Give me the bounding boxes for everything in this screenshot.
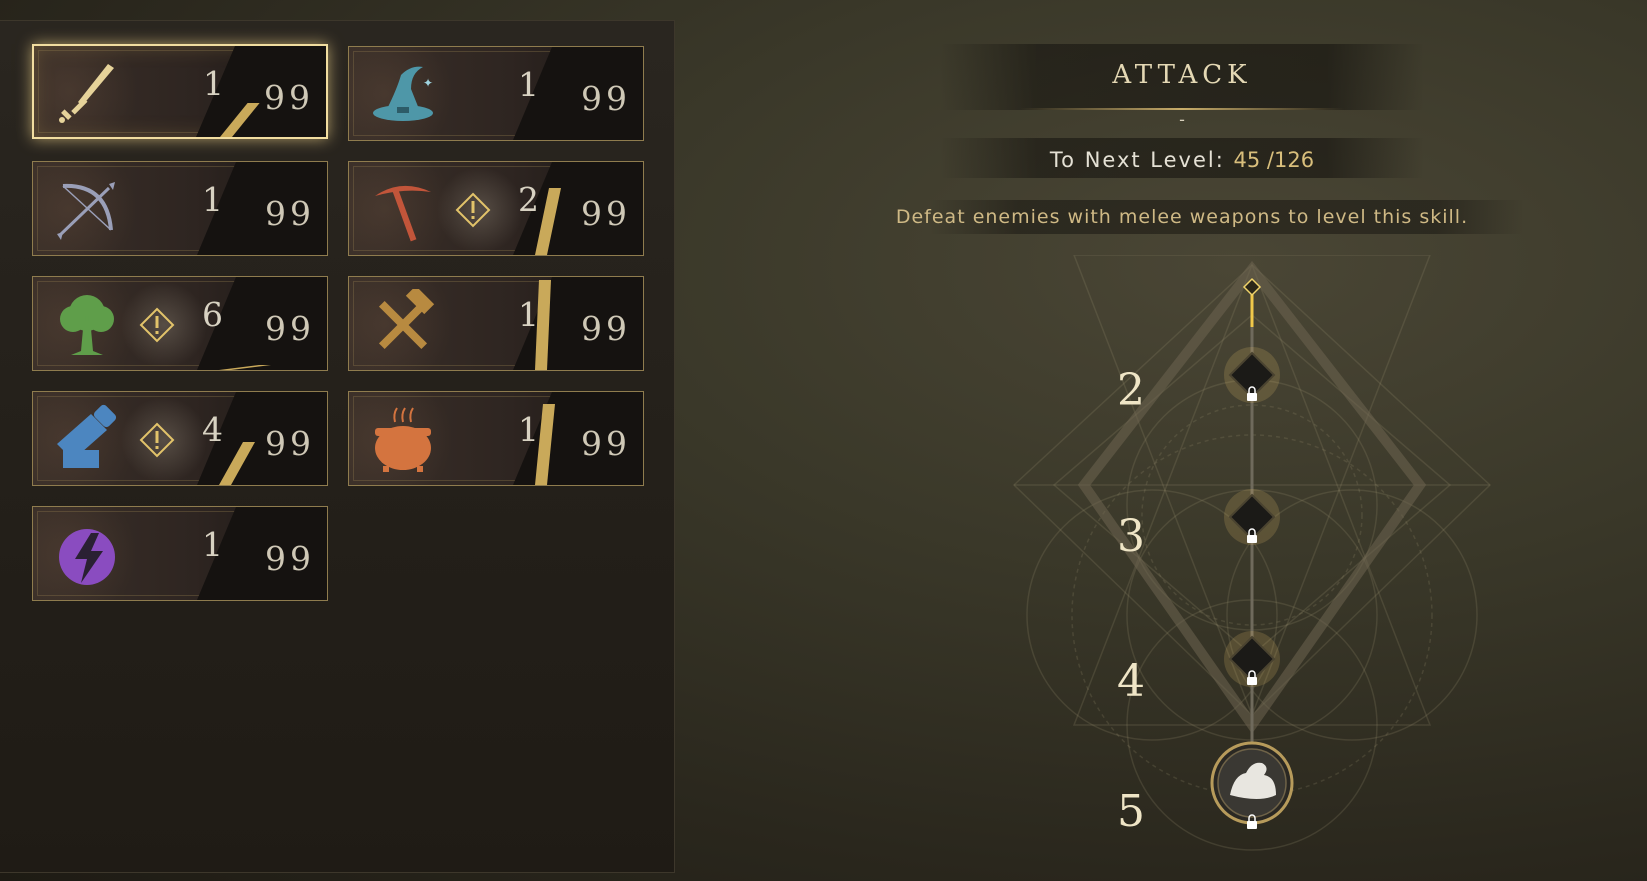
skill-level: 1	[518, 410, 539, 449]
skill-card-conjuring[interactable]: 1 99	[32, 506, 328, 601]
skill-tree-graphic	[1012, 254, 1492, 851]
lightning-icon	[51, 519, 123, 589]
next-level-value: 45 /126	[1233, 148, 1315, 172]
tree-node-level-5: 5	[1117, 786, 1145, 837]
skill-card-magic[interactable]: ✦ 1 99	[348, 46, 644, 141]
tree-node-4[interactable]	[1224, 631, 1280, 687]
skill-card-woodcutting[interactable]: 6 99	[32, 276, 328, 371]
skill-max-level: 99	[265, 309, 315, 348]
skill-level: 1	[518, 295, 539, 334]
skill-level: 4	[202, 410, 223, 449]
cauldron-icon	[367, 404, 439, 474]
skill-max-level: 99	[265, 424, 315, 463]
skill-card-crafting[interactable]: 4 99	[32, 391, 328, 486]
alert-icon[interactable]	[139, 422, 175, 458]
pickaxe-icon	[367, 174, 439, 244]
alert-icon[interactable]	[455, 192, 491, 228]
skill-card-ranged[interactable]: 1 99	[32, 161, 328, 256]
skill-level: 6	[202, 295, 223, 334]
skill-level: 1	[518, 65, 539, 104]
skill-description: Defeat enemies with melee weapons to lev…	[895, 206, 1469, 228]
skill-card-smithing[interactable]: 1 99	[348, 276, 644, 371]
skill-card-mining[interactable]: 2 99	[348, 161, 644, 256]
skill-max-level: 99	[265, 539, 315, 578]
skill-max-level: 99	[581, 309, 631, 348]
skill-card-attack[interactable]: 1 99	[32, 44, 328, 139]
skill-title: ATTACK	[1112, 60, 1252, 90]
skill-card-cooking[interactable]: 1 99	[348, 391, 644, 486]
next-level-text: To Next Level: 45 /126	[930, 148, 1434, 172]
skill-level: 1	[202, 180, 223, 219]
skill-subtitle: -	[1179, 110, 1185, 129]
skill-level: 2	[518, 180, 539, 219]
tree-node-level-4: 4	[1117, 656, 1145, 707]
skill-tree: 2 3 4 5	[990, 254, 1510, 875]
tree-icon	[51, 289, 123, 359]
hammers-icon	[367, 285, 439, 359]
skill-max-level: 99	[264, 78, 314, 117]
tree-node-5[interactable]	[1210, 741, 1294, 829]
tree-node-level-2: 2	[1117, 365, 1145, 416]
next-level-label: To Next Level:	[1049, 148, 1225, 172]
tree-node-3[interactable]	[1224, 489, 1280, 545]
skill-max-level: 99	[265, 194, 315, 233]
skill-max-level: 99	[581, 424, 631, 463]
alert-icon[interactable]	[139, 307, 175, 343]
saw-icon	[51, 404, 123, 474]
svg-text:✦: ✦	[423, 76, 433, 90]
skill-max-level: 99	[581, 194, 631, 233]
skill-level: 1	[202, 525, 223, 564]
skill-level: 1	[203, 64, 224, 103]
bow-icon	[51, 174, 123, 244]
tree-node-level-3: 3	[1117, 511, 1145, 562]
wizard-hat-icon: ✦	[367, 59, 439, 129]
sword-icon	[52, 58, 124, 128]
skill-max-level: 99	[581, 79, 631, 118]
tree-node-2[interactable]	[1224, 347, 1280, 403]
